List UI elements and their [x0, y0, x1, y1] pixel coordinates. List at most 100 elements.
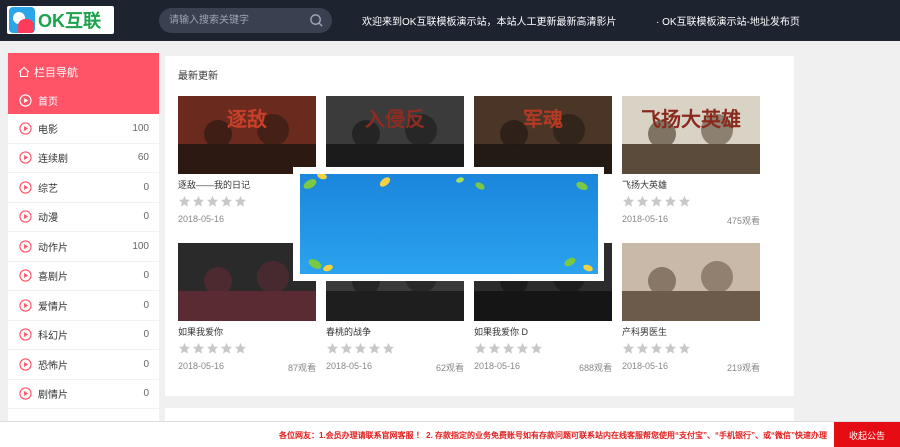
- star-icon[interactable]: [636, 195, 649, 208]
- sidebar-item[interactable]: 动作片 100: [8, 232, 159, 262]
- sidebar-item-label: 爱情片: [38, 301, 68, 313]
- sidebar-title: 栏目导航: [18, 64, 78, 80]
- sidebar-item[interactable]: 科幻片 0: [8, 321, 159, 350]
- star-icon[interactable]: [678, 195, 691, 208]
- collapse-notice-button[interactable]: 收起公告: [834, 422, 900, 447]
- star-icon[interactable]: [192, 342, 205, 355]
- movie-poster[interactable]: 逐敌: [178, 96, 316, 174]
- star-icon[interactable]: [664, 195, 677, 208]
- ad-banner-image[interactable]: [300, 174, 598, 274]
- movie-poster[interactable]: 入侵反: [326, 96, 464, 174]
- sidebar-item[interactable]: 恐怖片 0: [8, 350, 159, 380]
- sidebar-item-count: 100: [132, 122, 149, 134]
- star-icon[interactable]: [354, 342, 367, 355]
- star-icon[interactable]: [516, 342, 529, 355]
- movie-poster[interactable]: [622, 243, 760, 321]
- announcement-link[interactable]: · OK互联模板演示站-地址发布页: [656, 13, 800, 28]
- sidebar-item-count: 0: [143, 358, 149, 370]
- star-icon[interactable]: [664, 342, 677, 355]
- sidebar-item-label: 动作片: [38, 242, 68, 254]
- poster-title-text: 飞扬大英雄: [641, 107, 741, 131]
- star-icon[interactable]: [650, 342, 663, 355]
- play-circle-icon: [19, 240, 32, 253]
- movie-title[interactable]: 飞扬大英雄: [622, 178, 667, 191]
- sidebar-item[interactable]: 动漫 0: [8, 203, 159, 232]
- movie-card[interactable]: 产科男医生 2018-05-16 219观看: [622, 243, 760, 373]
- star-icon[interactable]: [474, 342, 487, 355]
- rating-stars: [178, 342, 248, 355]
- star-icon[interactable]: [206, 342, 219, 355]
- rating-stars: [622, 195, 692, 208]
- movie-title[interactable]: 如果我爱你: [178, 325, 223, 338]
- star-icon[interactable]: [530, 342, 543, 355]
- star-icon[interactable]: [368, 342, 381, 355]
- star-icon[interactable]: [220, 342, 233, 355]
- sidebar-item[interactable]: 喜剧片 0: [8, 262, 159, 291]
- logo-text: OK互联: [38, 11, 101, 31]
- star-icon[interactable]: [234, 195, 247, 208]
- sidebar-item-label: 剧情片: [38, 390, 68, 402]
- star-icon[interactable]: [340, 342, 353, 355]
- sidebar-item-label: 喜剧片: [38, 272, 68, 284]
- movie-card[interactable]: 飞扬大英雄 飞扬大英雄 2018-05-16 475观看: [622, 96, 760, 226]
- logo-icon: [9, 7, 35, 33]
- star-icon[interactable]: [192, 195, 205, 208]
- sidebar-item-count: 60: [137, 152, 149, 164]
- play-circle-icon: [19, 387, 32, 400]
- play-circle-icon: [19, 210, 32, 223]
- movie-title[interactable]: 如果我爱你 D: [474, 325, 528, 338]
- rating-stars: [622, 342, 692, 355]
- sidebar-item[interactable]: 剧情片 0: [8, 380, 159, 409]
- welcome-message: 欢迎来到OK互联模板演示站，本站人工更新最新高清影片: [362, 17, 617, 28]
- star-icon[interactable]: [622, 195, 635, 208]
- sidebar-item-label: 动漫: [38, 213, 58, 225]
- star-icon[interactable]: [636, 342, 649, 355]
- movie-card[interactable]: 逐敌逐敌——我的日记2018-05-1651: [178, 96, 316, 224]
- search-icon[interactable]: [309, 13, 324, 28]
- movie-card[interactable]: 军魂2018-05-16: [474, 96, 612, 224]
- poster-title-text: 军魂: [523, 107, 563, 131]
- star-icon[interactable]: [178, 342, 191, 355]
- star-icon[interactable]: [488, 342, 501, 355]
- play-circle-icon: [19, 151, 32, 164]
- star-icon[interactable]: [206, 195, 219, 208]
- movie-title[interactable]: 产科男医生: [622, 325, 667, 338]
- sidebar-item[interactable]: 电影 100: [8, 114, 159, 144]
- sidebar-item-label: 电影: [38, 124, 58, 136]
- movie-title[interactable]: 春桃的战争: [326, 325, 371, 338]
- sidebar-item[interactable]: 连续剧 60: [8, 144, 159, 173]
- play-circle-icon: [19, 358, 32, 371]
- star-icon[interactable]: [622, 342, 635, 355]
- star-icon[interactable]: [678, 342, 691, 355]
- star-icon[interactable]: [178, 195, 191, 208]
- notice-text: 各位网友：1.会员办理请联系官网客服 ！ 2. 存款指定的业务免费账号如有存款问…: [279, 431, 828, 440]
- sidebar-item-count: 0: [143, 270, 149, 282]
- play-circle-icon: [19, 328, 32, 341]
- sidebar-item[interactable]: 爱情片 0: [8, 291, 159, 321]
- movie-date: 2018-05-16: [622, 214, 669, 224]
- popup-advertisement[interactable]: [293, 167, 604, 281]
- sidebar-title-label: 栏目导航: [34, 67, 78, 79]
- play-circle-icon: [19, 94, 32, 107]
- movie-date: 2018-05-16: [178, 214, 225, 224]
- sidebar-item[interactable]: 综艺 0: [8, 173, 159, 203]
- site-logo[interactable]: OK互联: [7, 6, 114, 34]
- star-icon[interactable]: [502, 342, 515, 355]
- sidebar-item-home[interactable]: 首页: [8, 87, 159, 114]
- movie-poster[interactable]: 飞扬大英雄: [622, 96, 760, 174]
- star-icon[interactable]: [650, 195, 663, 208]
- top-header: OK互联 欢迎来到OK互联模板演示站，本站人工更新最新高清影片 · OK互联模板…: [0, 0, 900, 41]
- movie-title[interactable]: 逐敌——我的日记: [178, 178, 250, 191]
- star-icon[interactable]: [382, 342, 395, 355]
- movie-views: 62观看: [435, 363, 464, 373]
- sidebar-item-count: 100: [132, 240, 149, 252]
- search-input[interactable]: [169, 12, 304, 29]
- movie-card[interactable]: 入侵反2018-05-16: [326, 96, 464, 224]
- sidebar-nav-list: 电影 100 连续剧 60 综艺 0 动漫 0 动作片 100 喜剧片 0 爱情片 0 科幻片 0 恐怖片 0 剧情…: [8, 114, 159, 409]
- sidebar-header: 栏目导航 首页: [8, 53, 159, 114]
- star-icon[interactable]: [220, 195, 233, 208]
- star-icon[interactable]: [326, 342, 339, 355]
- play-circle-icon: [19, 269, 32, 282]
- movie-poster[interactable]: 军魂: [474, 96, 612, 174]
- star-icon[interactable]: [234, 342, 247, 355]
